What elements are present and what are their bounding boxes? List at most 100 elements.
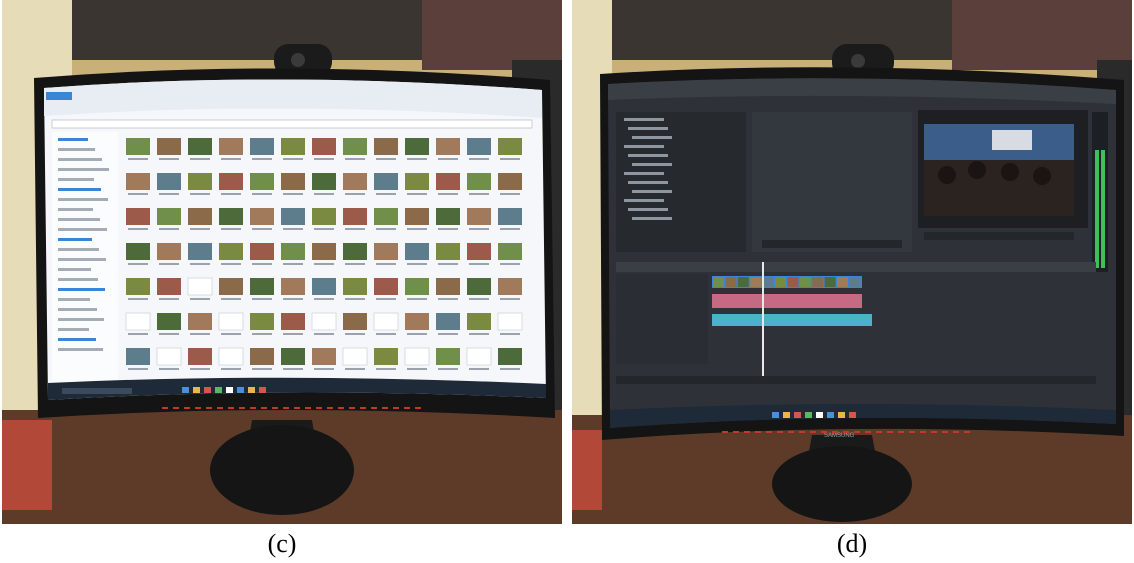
- thumbnail-caption: [252, 298, 272, 300]
- thumbnail: [125, 312, 151, 331]
- media-tree-item: [632, 163, 672, 166]
- thumbnail: [498, 348, 522, 365]
- thumbnail-caption: [314, 368, 334, 370]
- thumbnail: [250, 278, 274, 295]
- thumbnail-caption: [500, 228, 520, 230]
- nav-item: [58, 158, 102, 161]
- nav-item: [58, 248, 99, 251]
- thumbnail: [498, 173, 522, 190]
- monitor-base: [210, 425, 354, 515]
- thumbnail-caption: [407, 193, 427, 195]
- thumbnail-caption: [190, 368, 210, 370]
- thumbnail: [497, 312, 523, 331]
- thumbnail: [281, 313, 305, 330]
- thumbnail-caption: [221, 193, 241, 195]
- thumbnail-caption: [283, 368, 303, 370]
- thumbnail-caption: [159, 193, 179, 195]
- thumbnail-caption: [190, 298, 210, 300]
- thumbnail: [467, 138, 491, 155]
- thumbnail: [436, 138, 460, 155]
- thumbnail: [343, 243, 367, 260]
- clip-frame: [812, 277, 824, 287]
- thumbnail-caption: [283, 263, 303, 265]
- media-tree-item: [628, 181, 668, 184]
- thumbnail-caption: [252, 333, 272, 335]
- thumbnail: [126, 243, 150, 260]
- preview-transport: [924, 232, 1074, 240]
- thumbnail: [405, 313, 429, 330]
- thumbnail-caption: [407, 228, 427, 230]
- thumbnail: [250, 243, 274, 260]
- thumbnail: [157, 243, 181, 260]
- thumbnail: [466, 347, 492, 366]
- caption-d: (d): [836, 529, 868, 558]
- photo-video-editor: SAMSUNG: [572, 0, 1132, 524]
- thumbnail: [436, 243, 460, 260]
- thumbnail-caption: [500, 263, 520, 265]
- thumbnail: [281, 348, 305, 365]
- thumbnail: [374, 208, 398, 225]
- thumbnail: [126, 278, 150, 295]
- thumbnail-caption: [407, 368, 427, 370]
- thumbnail: [312, 208, 336, 225]
- preview-banner: [992, 130, 1032, 150]
- thumbnail: [436, 278, 460, 295]
- thumbnail-caption: [438, 368, 458, 370]
- thumbnail: [498, 208, 522, 225]
- thumbnail: [250, 173, 274, 190]
- thumbnail-caption: [221, 368, 241, 370]
- file-tab: [46, 92, 72, 100]
- thumbnail-caption: [221, 263, 241, 265]
- thumbnail-caption: [345, 193, 365, 195]
- taskbar-app-icon: [838, 412, 845, 418]
- thumbnail-caption: [376, 263, 396, 265]
- audio-meter-left: [1095, 150, 1099, 268]
- nav-item: [58, 338, 96, 341]
- thumbnail-caption: [345, 158, 365, 160]
- nav-item: [58, 228, 107, 231]
- audio-meter: [1092, 112, 1108, 272]
- thumbnail-caption: [469, 263, 489, 265]
- thumbnail: [219, 138, 243, 155]
- clip-frame: [762, 277, 774, 287]
- taskbar-app-icon: [783, 412, 790, 418]
- thumbnail: [219, 243, 243, 260]
- media-tree-item: [628, 208, 668, 211]
- red-object: [572, 430, 602, 510]
- thumbnail-caption: [252, 193, 272, 195]
- taskbar-app-icon: [772, 412, 779, 418]
- thumbnail: [188, 173, 212, 190]
- thumbnail: [342, 347, 368, 366]
- thumbnail-caption: [438, 193, 458, 195]
- music-track-clip: [712, 314, 872, 326]
- thumbnail-caption: [500, 193, 520, 195]
- thumbnail: [250, 348, 274, 365]
- taskbar-app-icon: [849, 412, 856, 418]
- taskbar-app-icon: [237, 387, 244, 393]
- thumbnail-caption: [221, 298, 241, 300]
- thumbnail-caption: [221, 228, 241, 230]
- trimmer-controls: [762, 240, 902, 248]
- thumbnail: [188, 313, 212, 330]
- thumbnail-caption: [345, 333, 365, 335]
- preview-person-3: [1001, 163, 1019, 181]
- taskbar-app-icon: [248, 387, 255, 393]
- thumbnail-caption: [376, 333, 396, 335]
- thumbnail-caption: [221, 333, 241, 335]
- clip-frame: [849, 277, 861, 287]
- thumbnail: [188, 138, 212, 155]
- nav-item: [58, 198, 108, 201]
- thumbnail-caption: [438, 263, 458, 265]
- thumbnail: [312, 348, 336, 365]
- taskbar-search: [62, 388, 132, 394]
- photo-c-svg: [2, 0, 562, 524]
- nav-item: [58, 178, 94, 181]
- thumbnail-caption: [500, 333, 520, 335]
- thumbnail: [467, 243, 491, 260]
- taskbar-app-icon: [805, 412, 812, 418]
- thumbnail-caption: [376, 228, 396, 230]
- nav-item: [58, 348, 103, 351]
- thumbnail: [250, 313, 274, 330]
- thumbnail: [281, 173, 305, 190]
- thumbnail: [126, 348, 150, 365]
